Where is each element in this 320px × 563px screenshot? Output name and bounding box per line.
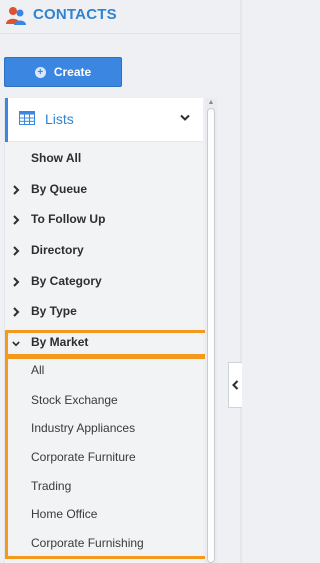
menu-item-label: Directory [31,243,84,257]
create-button[interactable]: + Create [4,57,122,87]
menu-item-label: By Category [31,274,102,288]
panel-divider [240,0,242,563]
lists-label: Lists [45,111,74,127]
collapse-panel-button[interactable] [228,362,242,408]
contacts-icon [6,7,26,25]
highlight-by-market-header [5,330,209,357]
menu-item-by-type[interactable]: By Type [5,299,203,325]
chevron-right-icon [13,185,20,195]
scroll-up-icon[interactable]: ▲ [206,98,216,108]
chevron-right-icon [13,277,20,287]
menu-item-to-follow-up[interactable]: To Follow Up [5,207,203,233]
menu-item-label: Show All [31,151,82,165]
lists-header[interactable]: Lists [5,98,203,142]
menu-item-label: By Type [31,304,77,318]
menu-item-by-queue[interactable]: By Queue [5,177,203,203]
highlight-by-market-items [5,356,209,559]
page-title: CONTACTS [33,6,117,23]
menu-item-label: To Follow Up [31,212,106,226]
menu-item-label: By Queue [31,182,88,196]
header-divider [0,33,242,34]
plus-circle-icon: + [34,66,46,78]
chevron-right-icon [13,307,20,317]
chevron-right-icon [13,215,20,225]
scrollbar-thumb[interactable] [207,108,215,563]
create-button-label: Create [53,65,92,79]
app-header: CONTACTS [0,0,242,30]
menu-item-show-all[interactable]: Show All [5,146,203,172]
menu-item-by-category[interactable]: By Category [5,269,203,295]
chevron-right-icon [13,246,20,256]
table-icon [19,111,35,125]
chevron-down-icon[interactable] [180,114,190,122]
chevron-left-icon [232,380,239,390]
menu-item-directory[interactable]: Directory [5,238,203,264]
lists-accent-bar [5,98,8,142]
